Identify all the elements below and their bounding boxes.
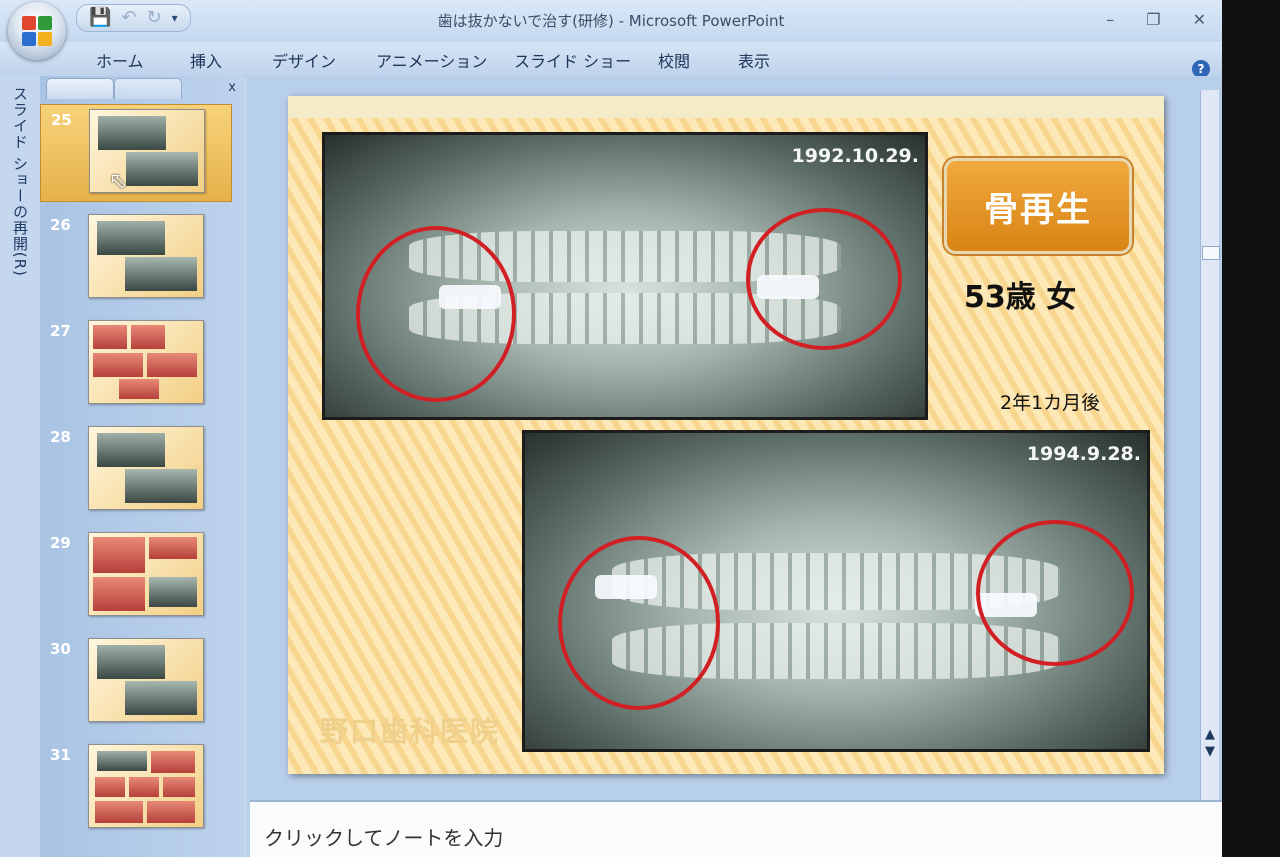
slide-thumbnail-30[interactable]: 30: [40, 634, 230, 730]
window-controls: – ❐ ✕: [1106, 10, 1206, 29]
slide-preview: [88, 214, 204, 298]
highlight-circle: [356, 226, 516, 402]
clinic-watermark: 野口歯科医院: [320, 715, 501, 748]
slide-thumbnail-29[interactable]: 29: [40, 528, 230, 624]
close-icon[interactable]: ✕: [1193, 10, 1206, 29]
slide-number: 25: [51, 111, 72, 129]
slide-number: 28: [50, 428, 71, 446]
tab-slideshow[interactable]: スライド ショー: [514, 48, 631, 72]
interval-label: 2年1カ月後: [1000, 392, 1101, 414]
slide-preview: [88, 426, 204, 510]
slide-number: 27: [50, 322, 71, 340]
resume-slideshow-label[interactable]: スライド ショーの再開(R): [10, 86, 31, 277]
xray-date-bottom: 1994.9.28.: [1026, 443, 1141, 465]
slide-canvas[interactable]: 1992.10.29. 1994.9.28. 骨再生 53歳 女 2年1カ月後 …: [288, 96, 1164, 774]
slide-thumbnail-31[interactable]: 31: [40, 740, 230, 836]
office-button[interactable]: [8, 2, 66, 60]
slide-number: 26: [50, 216, 71, 234]
slides-panel: x 25 ⬁ 26 27 28 29 30 31: [40, 76, 276, 857]
restore-icon[interactable]: ❐: [1146, 10, 1160, 29]
highlight-circle: [746, 208, 902, 350]
slide-preview: [88, 320, 204, 404]
slide-number: 29: [50, 534, 71, 552]
mouse-cursor-icon: ⬁: [109, 169, 128, 194]
slide-thumbnail-26[interactable]: 26: [40, 210, 230, 306]
slide-number: 30: [50, 640, 71, 658]
powerpoint-window: 💾 ↶ ↻ ▾ 歯は抜かないで治す(研修) - Microsoft PowerP…: [0, 0, 1222, 857]
bone-regeneration-badge: 骨再生: [944, 158, 1132, 254]
tab-view[interactable]: 表示: [738, 48, 770, 72]
close-panel-icon[interactable]: x: [228, 80, 236, 95]
slide-thumbnail-27[interactable]: 27: [40, 316, 230, 412]
slide-scrollbar[interactable]: ▲ ▼: [1200, 90, 1220, 830]
tab-home[interactable]: ホーム: [96, 48, 144, 72]
tab-animations[interactable]: アニメーション: [376, 48, 487, 72]
slide-preview: [89, 109, 205, 193]
badge-text: 骨再生: [984, 189, 1092, 230]
previous-slide-icon[interactable]: ▲: [1203, 726, 1217, 743]
slide-preview: [88, 638, 204, 722]
slide-number: 31: [50, 746, 71, 764]
title-bar: 💾 ↶ ↻ ▾ 歯は抜かないで治す(研修) - Microsoft PowerP…: [0, 0, 1222, 60]
slide-preview: [88, 532, 204, 616]
tab-outline[interactable]: [114, 78, 182, 99]
xray-date-top: 1992.10.29.: [791, 145, 919, 167]
tab-design[interactable]: デザイン: [272, 48, 336, 72]
tab-slides[interactable]: [46, 78, 114, 99]
tab-review[interactable]: 校閲: [658, 48, 690, 72]
office-logo-icon: [22, 16, 52, 46]
ribbon-tabs: ホーム 挿入 デザイン アニメーション スライド ショー 校閲 表示 ?: [0, 42, 1222, 78]
slide-nav-buttons: ▲ ▼: [1203, 726, 1217, 760]
slide-thumbnail-28[interactable]: 28: [40, 422, 230, 518]
next-slide-icon[interactable]: ▼: [1203, 743, 1217, 760]
slide-editor: 1992.10.29. 1994.9.28. 骨再生 53歳 女 2年1カ月後 …: [246, 76, 1222, 857]
monitor-bezel: [1222, 0, 1280, 857]
tab-insert[interactable]: 挿入: [190, 48, 222, 72]
slide-top-band: [288, 96, 1164, 118]
minimize-icon[interactable]: –: [1106, 10, 1114, 29]
slide-scroll-thumb[interactable]: [1202, 246, 1220, 260]
slide-preview: [88, 744, 204, 828]
notes-pane[interactable]: クリックしてノートを入力: [250, 800, 1222, 857]
highlight-circle: [976, 520, 1134, 666]
notes-placeholder[interactable]: クリックしてノートを入力: [264, 822, 503, 851]
slide-thumbnail-25[interactable]: 25 ⬁: [40, 104, 232, 202]
patient-age-sex: 53歳 女: [964, 280, 1077, 315]
highlight-circle: [558, 536, 720, 710]
panel-tabs: x: [44, 76, 244, 100]
window-title: 歯は抜かないで治す(研修) - Microsoft PowerPoint: [437, 12, 785, 30]
slideshow-resume-strip[interactable]: スライド ショーの再開(R): [0, 76, 41, 857]
